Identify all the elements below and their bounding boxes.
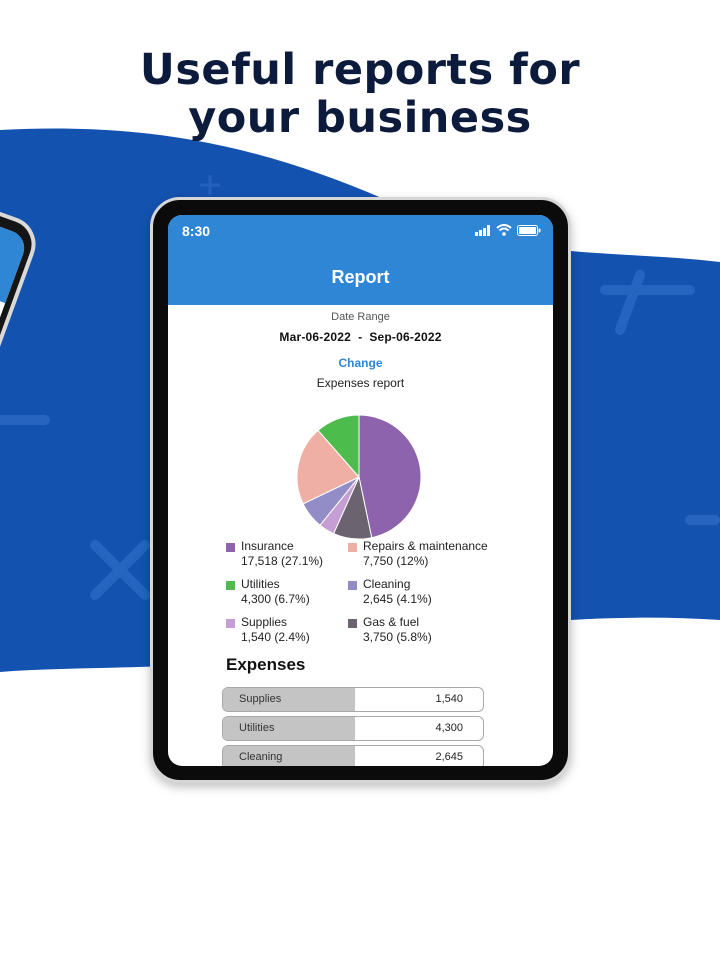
wifi-icon — [496, 224, 512, 236]
expense-amount: 1,540 — [435, 693, 463, 705]
expense-amount: 2,645 — [435, 751, 463, 763]
battery-icon — [517, 224, 541, 236]
expenses-section-title: Expenses — [226, 655, 306, 674]
tablet-device: 8:30 Report Date Range Mar-06-2022 - Sep… — [150, 197, 571, 783]
chart-legend: Insurance 17,518 (27.1%) Repairs & mainten… — [226, 539, 526, 647]
headline: Useful reports for your business — [0, 46, 720, 142]
status-time: 8:30 — [182, 223, 211, 239]
legend-label: Utilities — [241, 577, 280, 591]
change-date-link[interactable]: Change — [168, 356, 553, 370]
expense-category: Supplies — [223, 688, 355, 711]
cellular-signal-icon — [475, 224, 490, 236]
date-range-label: Date Range — [331, 311, 390, 323]
app-bar: 8:30 Report — [168, 215, 553, 305]
legend-label: Insurance — [241, 539, 294, 553]
legend-swatch — [226, 581, 235, 590]
page-title: Report — [331, 267, 390, 287]
legend-value: 1,540 (2.4%) — [241, 630, 310, 644]
expense-category: Cleaning — [223, 746, 355, 766]
legend-swatch — [348, 619, 357, 628]
legend-value: 3,750 (5.8%) — [363, 630, 432, 644]
legend-swatch — [226, 619, 235, 628]
tablet-screen: 8:30 Report Date Range Mar-06-2022 - Sep… — [168, 215, 553, 766]
legend-item: Cleaning 2,645 (4.1%) — [348, 577, 498, 609]
legend-item: Gas & fuel 3,750 (5.8%) — [348, 615, 498, 647]
status-icons — [475, 224, 541, 236]
legend-value: 7,750 (12%) — [363, 554, 429, 568]
table-row[interactable]: Cleaning 2,645 — [222, 745, 484, 766]
legend-label: Cleaning — [363, 577, 411, 591]
legend-value: 4,300 (6.7%) — [241, 592, 310, 606]
legend-swatch — [348, 543, 357, 552]
legend-value: 2,645 (4.1%) — [363, 592, 432, 606]
legend-value: 17,518 (27.1%) — [241, 554, 324, 568]
date-range-value: Mar-06-2022 - Sep-06-2022 — [279, 330, 442, 344]
table-row[interactable]: Utilities 4,300 — [222, 716, 484, 741]
report-content: Date Range Mar-06-2022 - Sep-06-2022 Cha… — [168, 305, 553, 766]
legend-item: Repairs & maintenance 7,750 (12%) — [348, 539, 498, 571]
legend-label: Supplies — [241, 615, 288, 629]
headline-line-1: Useful reports for — [139, 45, 581, 95]
chart-title: Expenses report — [316, 376, 405, 390]
legend-swatch — [226, 543, 235, 552]
legend-label: Gas & fuel — [363, 615, 420, 629]
table-row[interactable]: Supplies 1,540 — [222, 687, 484, 712]
expense-amount: 4,300 — [435, 722, 463, 734]
headline-line-2: your business — [188, 93, 532, 143]
expenses-pie-chart — [296, 414, 422, 540]
expense-category: Utilities — [223, 717, 355, 740]
legend-label: Repairs & maintenance — [363, 539, 488, 553]
legend-swatch — [348, 581, 357, 590]
